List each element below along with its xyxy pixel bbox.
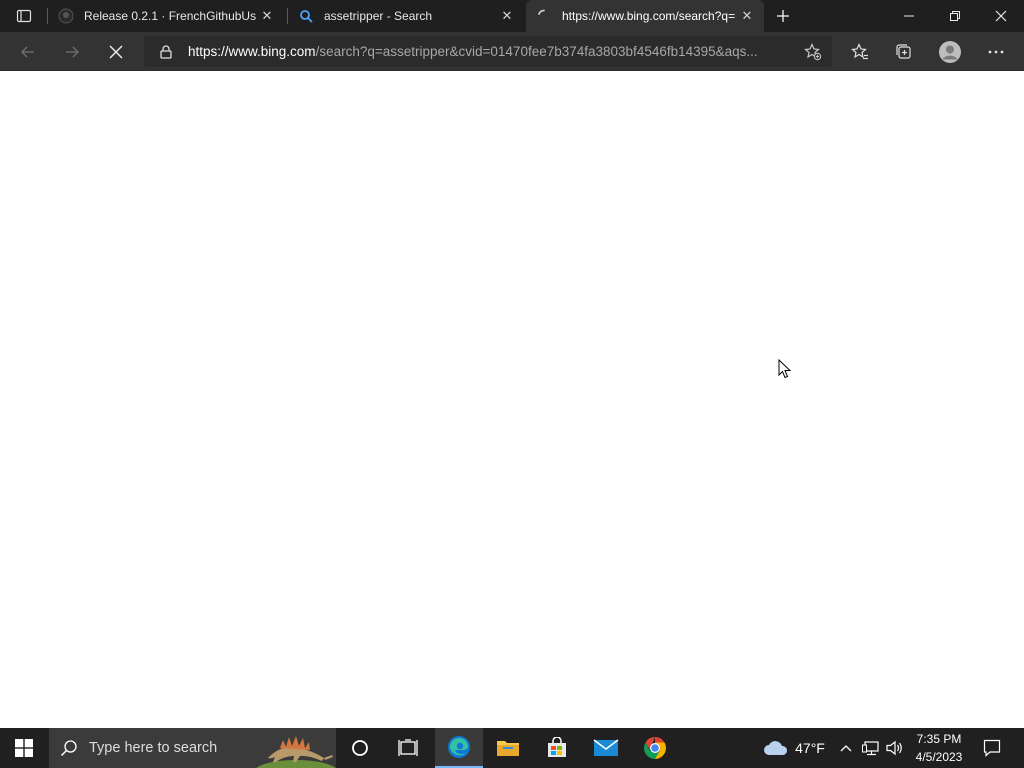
taskbar-clock[interactable]: 7:35 PM 4/5/2023: [910, 730, 968, 766]
clock-date: 4/5/2023: [915, 750, 963, 764]
close-tab-icon[interactable]: ✕: [256, 5, 278, 27]
back-button[interactable]: [12, 36, 44, 68]
loading-icon: [536, 8, 552, 24]
close-tab-icon[interactable]: ✕: [496, 5, 518, 27]
notifications-icon[interactable]: [978, 728, 1006, 768]
windows-taskbar: Type here to search 47°F 7:35 PM 4/5/202…: [0, 728, 1024, 768]
taskbar-mail-icon[interactable]: [582, 728, 630, 768]
add-favorite-icon[interactable]: [802, 41, 824, 63]
network-icon[interactable]: [860, 728, 882, 768]
show-hidden-icons-chevron-icon[interactable]: [836, 728, 856, 768]
stop-loading-button[interactable]: [100, 36, 132, 68]
close-tab-icon[interactable]: ✕: [736, 5, 758, 27]
taskbar-store-icon[interactable]: [533, 728, 581, 768]
restore-button[interactable]: [932, 0, 978, 32]
search-highlight-dinosaur-icon: [256, 736, 336, 768]
more-options-icon[interactable]: [980, 36, 1012, 68]
weather-temperature[interactable]: 47°F: [792, 728, 828, 768]
task-view-icon[interactable]: [384, 728, 432, 768]
url-text[interactable]: https://www.bing.com/search?q=assetrippe…: [188, 44, 784, 59]
cloud-icon[interactable]: [762, 728, 790, 768]
url-path: /search?q=assetripper&cvid=01470fee7b374…: [315, 44, 758, 59]
cortana-icon[interactable]: [336, 728, 384, 768]
close-window-button[interactable]: [978, 0, 1024, 32]
new-tab-button[interactable]: [770, 4, 796, 28]
taskbar-search-box[interactable]: Type here to search: [49, 728, 336, 768]
taskbar-chrome-icon[interactable]: [631, 728, 679, 768]
profile-avatar-icon[interactable]: [934, 36, 966, 68]
forward-button[interactable]: [56, 36, 88, 68]
browser-title-bar: Release 0.2.1 · FrenchGithubUser ✕ asset…: [0, 0, 1024, 32]
tab-release[interactable]: Release 0.2.1 · FrenchGithubUser ✕: [48, 0, 284, 32]
address-bar[interactable]: https://www.bing.com/search?q=assetrippe…: [144, 36, 832, 67]
tab-title: Release 0.2.1 · FrenchGithubUser: [84, 9, 256, 23]
url-host: https://www.bing.com: [188, 44, 316, 59]
tab-assetripper-search[interactable]: assetripper - Search ✕: [288, 0, 524, 32]
clock-time: 7:35 PM: [916, 732, 962, 746]
minimize-button[interactable]: [886, 0, 932, 32]
mouse-cursor-icon: [778, 358, 792, 384]
browser-toolbar: https://www.bing.com/search?q=assetrippe…: [0, 32, 1024, 71]
tab-title: https://www.bing.com/search?q=: [562, 9, 736, 23]
tab-bing-loading[interactable]: https://www.bing.com/search?q= ✕: [526, 0, 764, 32]
taskbar-edge-icon[interactable]: [435, 728, 483, 768]
search-icon: [298, 8, 314, 24]
favorites-icon[interactable]: [844, 36, 876, 68]
tab-title: assetripper - Search: [324, 9, 433, 23]
page-content[interactable]: [0, 71, 1024, 728]
lock-icon[interactable]: [158, 44, 174, 60]
volume-icon[interactable]: [884, 728, 906, 768]
collections-icon[interactable]: [888, 36, 920, 68]
search-placeholder: Type here to search: [89, 740, 218, 756]
search-icon: [59, 738, 79, 758]
tab-actions-icon[interactable]: [8, 4, 40, 28]
taskbar-file-explorer-icon[interactable]: [484, 728, 532, 768]
start-button[interactable]: [0, 728, 48, 768]
github-icon: [58, 8, 74, 24]
